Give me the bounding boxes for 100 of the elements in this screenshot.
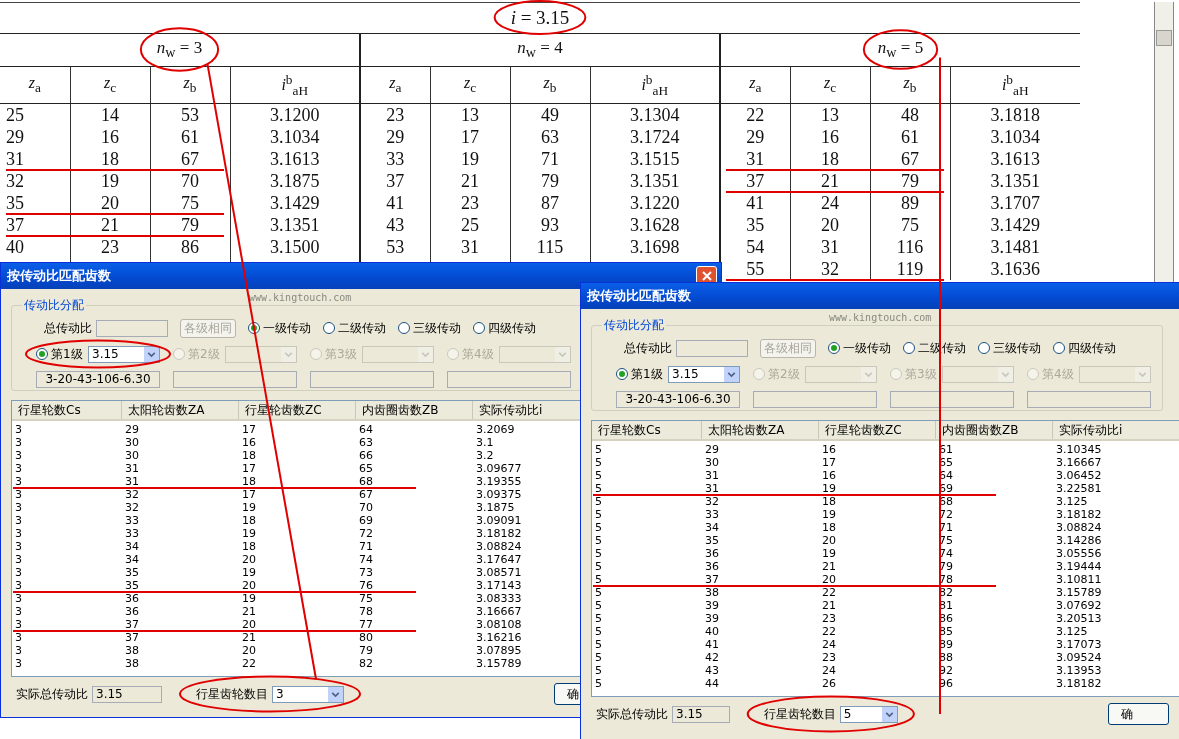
chevron-down-icon[interactable] [144, 346, 159, 362]
list-cell-text: 79 [358, 644, 373, 657]
scrollbar-thumb[interactable] [1156, 30, 1172, 46]
dropdown-field[interactable]: 5 [839, 705, 898, 723]
list-cell-text: 3.18182 [475, 527, 522, 540]
list-cell-text: 3.16667 [475, 605, 522, 618]
list-cell-text: 32 [704, 495, 719, 508]
table-cell: 70 [150, 170, 230, 192]
dropdown-field[interactable]: 3 [272, 685, 344, 703]
dropdown-field[interactable] [1079, 365, 1151, 383]
column-header[interactable]: 行星轮数Cs [592, 421, 702, 439]
list-cell-text: 3.20513 [1055, 612, 1102, 625]
dropdown-field[interactable] [942, 365, 1014, 383]
table-cell: 53 [150, 103, 230, 126]
column-header[interactable]: 行星轮齿数ZC [819, 421, 936, 439]
table-cell: 31 [720, 148, 790, 170]
list-cell-text: 40 [704, 625, 719, 638]
list-cell-text: 3.18182 [1055, 508, 1102, 521]
list-cell-text: 33 [704, 508, 719, 521]
watermark-text: www.kingtouch.com [829, 312, 932, 323]
table-cell: 67 [150, 148, 230, 170]
input-field[interactable] [676, 339, 748, 357]
list-cell-text: 37 [124, 618, 139, 631]
list-cell-text: 3.16216 [475, 631, 522, 644]
group-title: 传动比分配 [23, 297, 85, 314]
list-cell-text: 39 [704, 612, 719, 625]
column-header[interactable]: 内齿圈齿数ZB [936, 421, 1053, 439]
list-cell-text: 3 [14, 462, 22, 475]
table-cell: 63 [510, 126, 590, 148]
radio-button[interactable]: 四级传动 [473, 319, 536, 337]
dropdown-field[interactable]: 3.15 [88, 345, 160, 363]
input-field[interactable] [96, 319, 168, 337]
table-cell: 3.1034 [230, 126, 360, 148]
table-cell: 3.1429 [230, 192, 360, 214]
chevron-down-icon[interactable] [328, 686, 343, 702]
table-cell: 17 [430, 126, 510, 148]
radio-button[interactable]: 一级传动 [248, 319, 311, 337]
list-cell-text: 41 [704, 638, 719, 651]
dropdown-field[interactable] [805, 365, 877, 383]
column-header[interactable]: 内齿圈齿数ZB [356, 401, 473, 419]
radio-button[interactable]: 四级传动 [1053, 339, 1116, 357]
column-header: z$_{a}$ [720, 66, 790, 104]
list-cell-text: 5 [594, 586, 602, 599]
chevron-down-icon[interactable] [724, 366, 739, 382]
list-cell-text: 31 [124, 475, 139, 488]
column-header[interactable]: 太阳轮齿数ZA [702, 421, 819, 439]
list-cell-text: 72 [358, 527, 373, 540]
column-header: z$_{a}$ [0, 66, 70, 104]
list-cell-text: 3 [14, 553, 22, 566]
table-title: i = 3.15 [0, 2, 1080, 34]
list-cell-text: 20 [241, 618, 256, 631]
column-header[interactable]: 实际传动比i [1053, 421, 1179, 439]
list-cell-text: 3.09375 [475, 488, 522, 501]
table-cell: 32 [790, 258, 870, 280]
ok-button[interactable]: 确 [1107, 703, 1169, 725]
list-cell-text: 5 [594, 547, 602, 560]
list-cell-text: 37 [704, 573, 719, 586]
list-cell-text: 18 [241, 475, 256, 488]
dropdown-field[interactable] [362, 345, 434, 363]
radio-button[interactable]: 一级传动 [828, 339, 891, 357]
chevron-down-icon[interactable] [881, 706, 897, 722]
list-cell-text: 5 [594, 599, 602, 612]
dropdown-field[interactable] [225, 345, 297, 363]
radio-button[interactable]: 第1级 [616, 365, 663, 383]
dropdown-field[interactable]: 3.15 [668, 365, 740, 383]
list-cell-text: 18 [241, 540, 256, 553]
list-cell-text: 5 [594, 664, 602, 677]
table-cell: 3.1481 [950, 236, 1080, 258]
group-header: n$_{w}$ = 5 [720, 33, 1080, 67]
table-cell: 31 [0, 148, 70, 170]
table-cell: 37 [720, 170, 790, 192]
list-cell-text: 3.18182 [1055, 677, 1102, 690]
table-cell: 20 [70, 192, 150, 214]
column-header[interactable]: 太阳轮齿数ZA [122, 401, 239, 419]
list-cell-text: 19 [821, 547, 836, 560]
radio-button[interactable]: 三级传动 [398, 319, 461, 337]
list-cell-text: 3.15789 [475, 657, 522, 670]
radio-button[interactable]: 第1级 [36, 345, 83, 363]
input-field: 3.15 [92, 685, 162, 703]
dropdown-field[interactable] [499, 345, 571, 363]
column-header: z$_{c}$ [430, 66, 510, 104]
list-cell-text: 18 [241, 514, 256, 527]
table-cell: 29 [360, 126, 430, 148]
list-cell-text: 71 [938, 521, 953, 534]
radio-button[interactable]: 三级传动 [978, 339, 1041, 357]
list-cell-text: 5 [594, 469, 602, 482]
list-cell-text: 42 [704, 651, 719, 664]
list-cell-text: 3 [14, 423, 22, 436]
column-header[interactable]: 行星轮数Cs [12, 401, 122, 419]
list-cell-text: 20 [821, 534, 836, 547]
list-cell-text: 3 [14, 475, 22, 488]
list-cell-text: 39 [704, 599, 719, 612]
list-cell-text: 20 [821, 573, 836, 586]
input-field: 3.15 [672, 705, 730, 723]
radio-button[interactable]: 二级传动 [323, 319, 386, 337]
list-cell-text: 33 [124, 527, 139, 540]
list-cell-text: 24 [821, 664, 836, 677]
list-cell-text: 3 [14, 436, 22, 449]
window-title: 按传动比匹配齿数 [7, 267, 112, 285]
list-cell-text: 3.2 [475, 449, 494, 462]
